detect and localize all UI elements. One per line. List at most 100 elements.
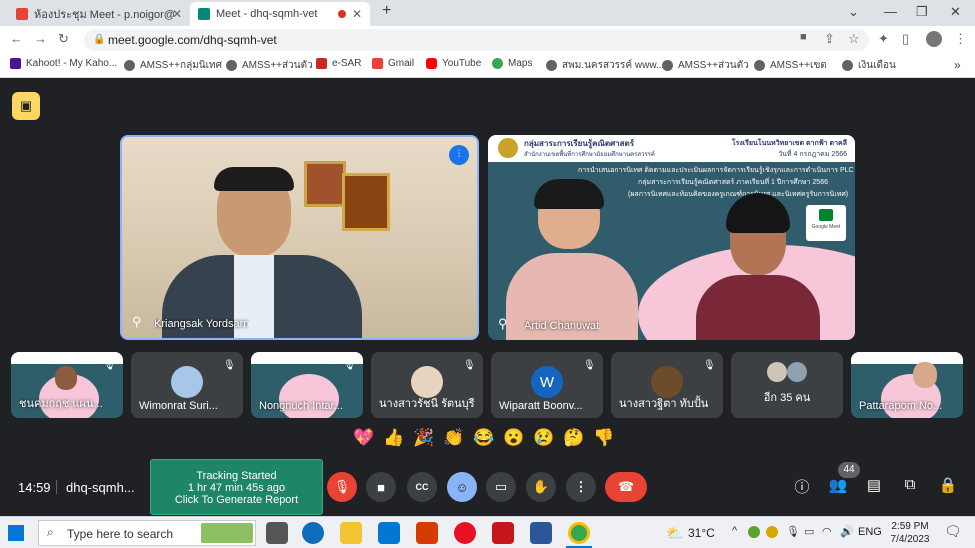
clapping-reaction[interactable]: 👏	[442, 426, 466, 450]
file-explorer-icon[interactable]	[340, 522, 362, 544]
reload-icon[interactable]: ↻	[58, 31, 69, 47]
bookmark-gmail[interactable]: Gmail	[372, 58, 414, 69]
windows-start-icon[interactable]	[8, 525, 24, 541]
new-tab-button[interactable]: +	[382, 2, 391, 20]
menu-icon[interactable]: ⋮	[954, 31, 967, 47]
reactions-button[interactable]: ☺	[447, 472, 477, 502]
weather-cloud-icon[interactable]: ⛅	[666, 525, 683, 542]
search-box[interactable]: ⌕ Type here to search	[38, 520, 256, 546]
pin-icon[interactable]: ⚲	[132, 314, 142, 330]
bookmark-amss-area[interactable]: AMSS++เขต	[754, 58, 827, 73]
participant-tile-kriangsak[interactable]: ⫶ ⚲ Kriangsak Yordsarn	[120, 135, 479, 340]
more-participants-tile[interactable]: อีก 35 คน	[731, 352, 843, 418]
forward-icon[interactable]: →	[34, 31, 47, 46]
participant-tile-artid[interactable]: กลุ่มสาระการเรียนรู้คณิตศาสตร์ สำนักงานเ…	[488, 135, 855, 340]
tab-meeting-room[interactable]: ห้องประชุม Meet - p.noigor@gmai ✕	[8, 2, 190, 26]
bookmark-youtube[interactable]: YouTube	[426, 58, 481, 69]
mail-icon[interactable]	[378, 522, 400, 544]
address-bar[interactable]: 🔒 meet.google.com/dhq-sqmh-vet	[84, 29, 869, 51]
browser-toolbar: ← → ↻ 🔒 meet.google.com/dhq-sqmh-vet ■ ⇪…	[0, 26, 975, 54]
thumbs-up-reaction[interactable]: 👍	[382, 426, 406, 450]
participant-tile-strip[interactable]: 🎙 นางสาวรัชนี รัตนบุรี	[371, 352, 483, 418]
notification-icon[interactable]: 🗨	[944, 523, 962, 540]
language-indicator[interactable]: ENG	[858, 526, 882, 538]
opera-icon[interactable]	[454, 522, 476, 544]
bookmark-salary[interactable]: เงินเดือน	[842, 58, 896, 73]
bookmark-amss-nithet[interactable]: AMSS++กลุ่มนิเทศ	[124, 58, 222, 73]
sparkling-heart-reaction[interactable]: 💖	[352, 426, 376, 450]
profile-avatar[interactable]	[926, 31, 942, 47]
participant-name: นางสาวรัชนี รัตนบุรี	[379, 398, 475, 410]
tracking-report-button[interactable]: Tracking Started 1 hr 47 min 45s ago Cli…	[150, 459, 323, 515]
battery-icon[interactable]: ▭	[804, 525, 814, 538]
tray-chevron-icon[interactable]: ^	[732, 525, 737, 537]
sad-reaction[interactable]: 😢	[532, 426, 556, 450]
wps-icon[interactable]	[416, 522, 438, 544]
bookmark-amss-personal[interactable]: AMSS++ส่วนตัว	[226, 58, 313, 73]
url-text: meet.google.com/dhq-sqmh-vet	[108, 33, 277, 47]
participant-tile-strip[interactable]: Pattarapom No...	[851, 352, 963, 418]
camera-off-indicator-icon[interactable]: ▣	[12, 92, 40, 120]
participant-tile-strip[interactable]: 🎙 ชนคมกฤช แผน...	[11, 352, 123, 418]
more-bookmarks-icon[interactable]: »	[954, 58, 961, 72]
party-popper-reaction[interactable]: 🎉	[412, 426, 436, 450]
meeting-info-icon[interactable]: ⓘ	[790, 476, 814, 500]
more-options-button[interactable]: ⋮	[566, 472, 596, 502]
present-button[interactable]: ▭	[486, 472, 516, 502]
task-view-icon[interactable]	[266, 522, 288, 544]
participant-tile-strip[interactable]: W 🎙 Wiparatt Boonv...	[491, 352, 603, 418]
back-icon[interactable]: ←	[10, 31, 23, 46]
host-controls-icon[interactable]: 🔒	[936, 476, 960, 500]
bookmark-kahoot[interactable]: Kahoot! - My Kaho...	[10, 58, 117, 69]
side-panel-icon[interactable]: ▯	[902, 31, 909, 47]
hand-icon: ✋	[532, 479, 550, 494]
chrome-icon[interactable]	[568, 522, 590, 544]
laughing-reaction[interactable]: 😂	[472, 426, 496, 450]
tray-app-icon[interactable]	[748, 526, 760, 538]
participant-tile-strip[interactable]: 🎙 นางสาวฐิตา ทับปั้น	[611, 352, 723, 418]
bookmark-spm[interactable]: สพม.นครสวรรค์ www....	[546, 58, 667, 73]
bookmark-maps[interactable]: Maps	[492, 58, 532, 69]
bookmark-star-icon[interactable]: ☆	[848, 31, 860, 47]
clock[interactable]: 2:59 PM 7/4/2023	[884, 520, 936, 546]
word-icon[interactable]	[530, 522, 552, 544]
thumbs-down-reaction[interactable]: 👎	[592, 426, 616, 450]
search-placeholder: Type here to search	[67, 527, 174, 541]
pin-icon[interactable]: ⚲	[498, 316, 508, 332]
bookmark-amss-personal-2[interactable]: AMSS++ส่วนตัว	[662, 58, 749, 73]
minimize-icon[interactable]: —	[884, 4, 897, 19]
tab-meet[interactable]: Meet - dhq-sqmh-vet ✕	[190, 2, 370, 26]
camera-toggle-button[interactable]: ■	[366, 472, 396, 502]
bookmark-esar[interactable]: e-SAR	[316, 58, 361, 69]
participant-tile-strip[interactable]: 🎙 Nongnuch Intar...	[251, 352, 363, 418]
surprised-reaction[interactable]: 😮	[502, 426, 526, 450]
divider	[56, 480, 57, 494]
leave-call-button[interactable]: ☎	[605, 472, 647, 502]
tab-search-icon[interactable]: ⌄	[848, 4, 859, 20]
tray-app-icon[interactable]	[766, 526, 778, 538]
close-window-icon[interactable]: ✕	[950, 4, 961, 20]
mic-off-icon: 🎙	[343, 360, 356, 371]
edge-icon[interactable]	[302, 522, 324, 544]
share-icon[interactable]: ⇪	[824, 31, 835, 47]
participant-tile-strip[interactable]: 🎙 Wimonrat Suri...	[131, 352, 243, 418]
mic-off-icon: 🎙	[223, 360, 236, 371]
participant-name: Kriangsak Yordsarn	[154, 318, 250, 330]
avatar: W	[531, 366, 563, 398]
acrobat-icon[interactable]	[492, 522, 514, 544]
chat-icon[interactable]: ▤	[862, 476, 886, 500]
restore-icon[interactable]: ❐	[916, 4, 928, 20]
mic-toggle-button[interactable]: 🎙	[327, 472, 357, 502]
activities-icon[interactable]: ⧉	[898, 476, 922, 500]
tray-mic-icon[interactable]: 🎙	[786, 525, 800, 538]
wifi-icon[interactable]: ◠	[822, 525, 832, 538]
captions-button[interactable]: CC	[407, 472, 437, 502]
volume-icon[interactable]: 🔊	[840, 525, 854, 538]
extensions-icon[interactable]: ✦	[878, 31, 889, 47]
people-icon[interactable]: 👥	[826, 476, 850, 500]
camera-icon[interactable]: ■	[800, 31, 807, 43]
raise-hand-button[interactable]: ✋	[526, 472, 556, 502]
close-tab-icon[interactable]: ✕	[352, 7, 362, 21]
thinking-reaction[interactable]: 🤔	[562, 426, 586, 450]
close-tab-icon[interactable]: ✕	[172, 7, 182, 21]
